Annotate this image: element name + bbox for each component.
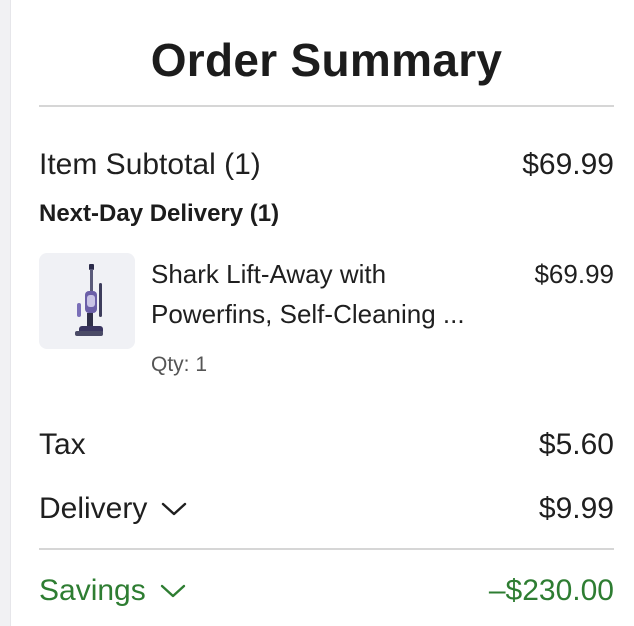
savings-value: –$230.00: [488, 574, 614, 607]
delivery-row: Delivery $9.99: [39, 489, 614, 529]
product-thumbnail[interactable]: [39, 253, 135, 349]
divider: [39, 548, 614, 550]
vacuum-cleaner-icon: [75, 264, 103, 336]
savings-row: Savings –$230.00: [39, 571, 614, 611]
item-subtotal-row: Item Subtotal (1) $69.99: [39, 145, 614, 185]
chevron-down-icon: [160, 583, 186, 599]
item-subtotal-label: Item Subtotal (1): [39, 148, 261, 181]
order-summary-panel: Order Summary Item Subtotal (1) $69.99 N…: [39, 0, 614, 626]
product-name-line: Powerfins, Self-Cleaning ...: [151, 299, 465, 329]
order-summary-title: Order Summary: [150, 34, 503, 86]
next-day-delivery-heading: Next-Day Delivery (1): [39, 200, 280, 227]
chevron-down-icon: [161, 501, 187, 517]
product-name-line: Shark Lift-Away with: [151, 259, 387, 289]
product-price: $69.99: [534, 259, 614, 289]
delivery-toggle[interactable]: Delivery: [39, 492, 187, 526]
delivery-value: $9.99: [538, 492, 614, 525]
product-name-link[interactable]: Shark Lift-Away with Powerfins, Self-Cle…: [151, 254, 491, 334]
tax-row: Tax $5.60: [39, 425, 614, 465]
savings-label: Savings: [39, 574, 146, 607]
tax-value: $5.60: [538, 428, 614, 461]
delivery-label: Delivery: [39, 492, 148, 525]
left-page-edge: [0, 0, 11, 626]
tax-label: Tax: [39, 428, 86, 461]
divider: [39, 105, 614, 107]
savings-toggle[interactable]: Savings: [39, 574, 186, 608]
item-subtotal-value: $69.99: [522, 148, 614, 181]
product-quantity: Qty: 1: [151, 353, 208, 376]
